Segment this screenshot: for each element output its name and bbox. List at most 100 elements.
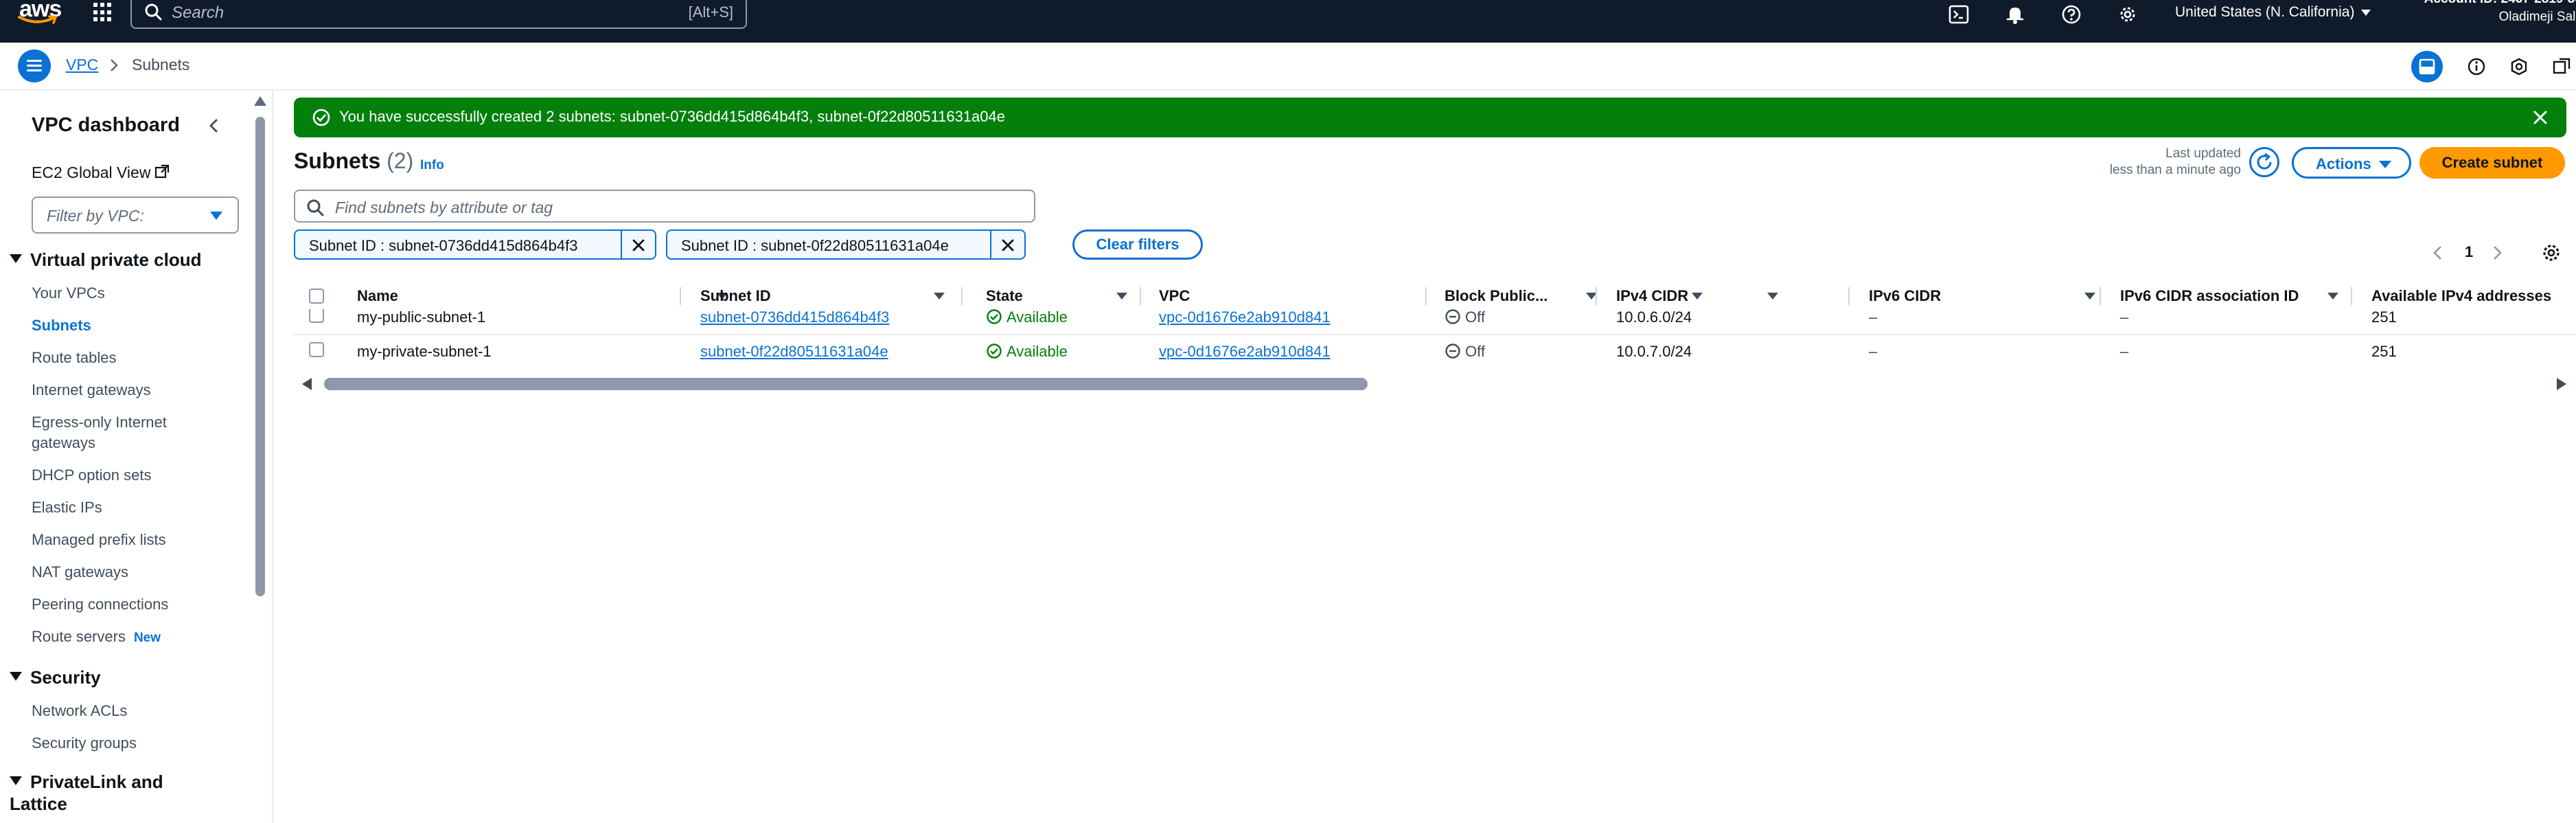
cloudshell-icon[interactable] <box>1947 3 1970 26</box>
services-grid-icon[interactable] <box>93 3 113 22</box>
cell-block-public-access: Off <box>1445 309 1485 326</box>
column-divider[interactable] <box>1140 287 1141 305</box>
table-row[interactable]: my-public-subnet-1 subnet-0736dd415d864b… <box>294 309 2576 334</box>
info-icon[interactable] <box>2466 56 2487 77</box>
sidebar-item-internet-gateways[interactable]: Internet gateways <box>32 380 196 401</box>
breadcrumb-vpc-link[interactable]: VPC <box>66 56 98 74</box>
block-public-label: Off <box>1465 309 1485 326</box>
ec2-global-view-link[interactable]: EC2 Global View <box>32 164 170 182</box>
success-flash-banner: You have successfully created 2 subnets:… <box>294 98 2566 137</box>
select-all-checkbox[interactable] <box>309 289 324 304</box>
table-row[interactable]: my-private-subnet-1 subnet-0f22d80511631… <box>294 334 2576 368</box>
sidebar-item-managed-prefix-lists[interactable]: Managed prefix lists <box>32 530 196 550</box>
column-divider[interactable] <box>1425 287 1427 305</box>
column-label: VPC <box>1159 287 1191 304</box>
column-divider[interactable] <box>961 287 963 305</box>
remove-filter-button[interactable] <box>621 231 655 258</box>
collapse-nav-icon[interactable] <box>206 117 222 135</box>
cell-vpc-link[interactable]: vpc-0d1676e2ab910d841 <box>1159 309 1331 326</box>
sidebar-item-nat-gateways[interactable]: NAT gateways <box>32 562 196 583</box>
close-icon <box>632 239 645 251</box>
account-menu[interactable]: Account ID: 2467-2819-3693 Oladimeji Sal… <box>2424 0 2576 26</box>
help-icon[interactable] <box>2060 3 2083 26</box>
search-placeholder: Find subnets by attribute or tag <box>335 199 553 216</box>
subnet-search-input[interactable]: Find subnets by attribute or tag <box>294 190 1035 223</box>
column-header-ipv6-cidr[interactable]: IPv6 CIDR <box>1869 283 2102 309</box>
chevron-left-icon[interactable] <box>2430 243 2446 262</box>
aws-smile-icon <box>18 15 58 24</box>
region-selector[interactable]: United States (N. California) <box>2175 4 2371 21</box>
column-header-ipv6-cidr-association-id[interactable]: IPv6 CIDR association ID <box>2120 283 2381 309</box>
scroll-right-icon[interactable] <box>2557 378 2566 390</box>
sidebar-item-elastic-ips[interactable]: Elastic IPs <box>32 497 196 518</box>
scrollbar-thumb[interactable] <box>255 117 265 596</box>
row-checkbox[interactable] <box>309 309 324 323</box>
column-divider[interactable] <box>1596 287 1597 305</box>
nav-section-privatelink-and-lattice[interactable]: PrivateLink and Lattice <box>10 771 202 815</box>
scroll-up-icon[interactable] <box>254 96 266 106</box>
column-label: Name <box>357 287 398 304</box>
cell-subnet-id-link[interactable]: subnet-0736dd415d864b4f3 <box>700 309 889 326</box>
column-header-name[interactable]: Name <box>357 283 728 309</box>
column-divider[interactable] <box>2351 287 2352 305</box>
global-search-input[interactable]: Search [Alt+S] <box>130 0 747 29</box>
column-divider[interactable] <box>680 287 681 305</box>
sort-icon <box>2327 293 2338 300</box>
sidebar-item-network-acls[interactable]: Network ACLs <box>32 701 196 721</box>
nav-section-virtual-private-cloud[interactable]: Virtual private cloud <box>10 249 201 271</box>
nav-section-security[interactable]: Security <box>10 666 101 688</box>
refresh-button[interactable] <box>2249 147 2279 177</box>
clear-filters-button[interactable]: Clear filters <box>1072 229 1203 260</box>
column-header-subnet-id[interactable]: Subnet ID <box>700 283 961 309</box>
split-panel-icon[interactable] <box>2411 51 2443 82</box>
gear-icon[interactable] <box>2116 3 2139 26</box>
new-window-icon[interactable] <box>2551 56 2572 77</box>
cell-subnet-id-link[interactable]: subnet-0f22d80511631a04e <box>700 343 888 361</box>
breadcrumb-current: Subnets <box>132 56 190 74</box>
column-header-vpc[interactable]: VPC <box>1159 283 1703 309</box>
cell-ipv4-cidr: 10.0.6.0/24 <box>1616 309 1692 326</box>
bell-icon[interactable] <box>2003 3 2027 26</box>
sidebar-item-your-vpcs[interactable]: Your VPCs <box>32 283 196 304</box>
sidebar-item-egress-only-internet-gateways[interactable]: Egress-only Internet gateways <box>32 412 196 453</box>
column-label: Block Public... <box>1445 287 1548 304</box>
column-header-ipv4-cidr[interactable]: IPv4 CIDR <box>1616 283 1850 309</box>
cell-name: my-public-subnet-1 <box>357 309 486 326</box>
hamburger-menu-icon[interactable] <box>18 49 51 82</box>
page-title-text: Subnets <box>294 148 381 173</box>
vpc-filter-select[interactable]: Filter by VPC: <box>32 196 239 234</box>
aws-logo[interactable]: aws <box>18 0 62 29</box>
actions-dropdown-button[interactable]: Actions <box>2292 147 2411 179</box>
breadcrumb-bar: VPC Subnets <box>0 43 2576 91</box>
search-icon <box>145 3 162 21</box>
table-horizontal-scrollbar[interactable] <box>294 375 2566 393</box>
column-divider[interactable] <box>2100 287 2101 305</box>
scroll-left-icon[interactable] <box>302 378 312 390</box>
sidenav-scrollbar[interactable] <box>253 96 268 823</box>
close-icon[interactable] <box>2531 108 2550 127</box>
sidebar-item-peering-connections[interactable]: Peering connections <box>32 594 196 615</box>
column-header-block-public-access[interactable]: Block Public... <box>1445 283 1609 309</box>
chevron-right-icon[interactable] <box>2489 243 2505 262</box>
sidebar-item-security-groups[interactable]: Security groups <box>32 733 196 754</box>
page-number[interactable]: 1 <box>2465 243 2473 261</box>
caret-down-icon <box>2379 161 2391 168</box>
table-settings-gear-icon[interactable] <box>2540 242 2562 264</box>
sidebar-item-route-tables[interactable]: Route tables <box>32 348 196 368</box>
column-header-available-ipv4-addresses[interactable]: Available IPv4 addresses <box>2371 283 2576 309</box>
caret-down-icon <box>10 254 22 263</box>
create-subnet-button[interactable]: Create subnet <box>2419 147 2565 179</box>
column-header-state[interactable]: State <box>986 283 1144 309</box>
sidenav-title[interactable]: VPC dashboard <box>32 114 180 137</box>
row-checkbox[interactable] <box>309 342 324 357</box>
column-divider[interactable] <box>1848 287 1850 305</box>
vpc-filter-placeholder: Filter by VPC: <box>47 207 144 225</box>
feedback-icon[interactable] <box>2509 56 2529 77</box>
remove-filter-button[interactable] <box>990 231 1024 258</box>
sidebar-item-subnets[interactable]: Subnets <box>32 315 196 336</box>
scrollbar-thumb[interactable] <box>324 378 1368 390</box>
sidebar-item-route-servers[interactable]: Route servers New <box>32 627 196 649</box>
info-link[interactable]: Info <box>420 158 444 173</box>
cell-vpc-link[interactable]: vpc-0d1676e2ab910d841 <box>1159 343 1331 361</box>
sidebar-item-dhcp-option-sets[interactable]: DHCP option sets <box>32 465 196 486</box>
